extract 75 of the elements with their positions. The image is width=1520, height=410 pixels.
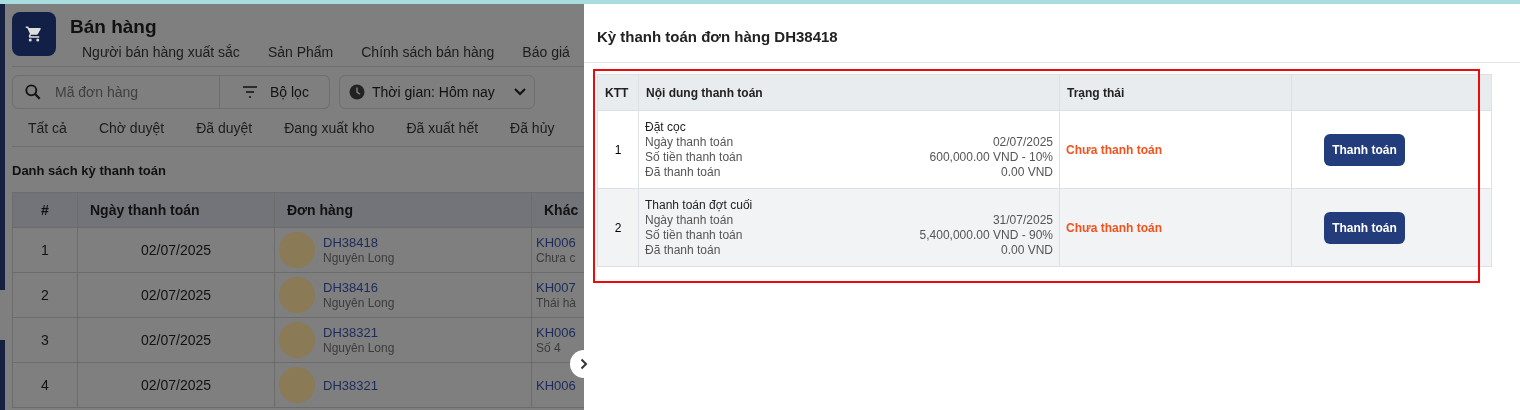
order-link[interactable]: DH38418 [323,235,395,250]
detail-value: 31/07/2025 [992,213,1053,227]
page-title: Bán hàng [70,16,158,38]
table-cell: 4 [12,362,78,408]
column-header: Ngày thanh toán [77,192,275,228]
column-header: Nội dung thanh toán [638,74,1060,111]
table-cell: 2 [597,188,639,267]
pay-button[interactable]: Thanh toán [1324,133,1405,166]
seller-name: Nguyên Long [323,296,395,310]
nav-link[interactable]: Báo giá [522,44,570,60]
status-tab[interactable]: Đã xuất hết [390,118,493,146]
customer-note: Thái hà [536,296,578,310]
photo-placeholder [279,322,315,358]
nav-link[interactable]: Sản Phẩm [267,44,334,60]
drawer-title: Kỳ thanh toán đơn hàng DH38418 [584,4,1520,63]
detail-label: Ngày thanh toán [645,213,734,227]
column-header: Khác [531,192,584,228]
status-tab[interactable]: Đang xuất kho [268,118,389,146]
table-cell: 3 [12,317,78,363]
table-cell: 02/07/2025 [77,317,275,363]
detail-value: 0.00 VND [1000,165,1053,179]
installment-name: Thanh toán đợt cuối [645,198,754,212]
photo-placeholder [279,232,315,268]
photo-placeholder [279,277,315,313]
table-cell: 02/07/2025 [77,272,275,318]
status-tab[interactable]: Chờ duyệt [82,118,179,146]
chevron-down-icon [514,88,526,96]
column-header: Đơn hàng [274,192,532,228]
detail-label: Đã thanh toán [645,243,721,257]
payment-status: Chưa thanh toán [1066,142,1163,157]
cart-icon [25,25,43,43]
status-tab[interactable]: Đã hủy [494,118,569,146]
column-header: # [12,192,78,228]
status-tab[interactable]: Đã duyệt [180,118,267,146]
filter-icon [242,86,258,98]
order-link[interactable]: DH38416 [323,280,395,295]
clock-icon [348,83,366,101]
customer-code[interactable]: KH006 [536,325,584,340]
detail-value: 02/07/2025 [992,135,1053,149]
detail-value: 0.00 VND [1000,243,1053,257]
nav-link[interactable]: Người bán hàng xuất sắc [82,44,240,60]
chevron-right-icon [580,358,588,370]
detail-value: 5,400,000.00 VND - 90% [919,228,1053,242]
status-tab[interactable]: Tất cả [12,118,81,146]
table-cell: 02/07/2025 [77,227,275,273]
column-header: KTT [597,74,639,111]
customer-code[interactable]: KH006 [536,235,584,250]
column-header: Trạng thái [1059,74,1292,111]
detail-label: Số tiền thanh toán [645,150,743,164]
section-title: Danh sách kỳ thanh toán [12,163,167,178]
customer-note: Chưa c [536,251,577,265]
payment-status: Chưa thanh toán [1066,220,1163,235]
search-field[interactable]: Mã đơn hàng [12,75,220,109]
table-cell: 2 [12,272,78,318]
table-cell: 1 [597,110,639,189]
detail-label: Ngày thanh toán [645,135,734,149]
customer-code[interactable]: KH007 [536,280,584,295]
customer-note: Số 4 [536,341,562,355]
search-field[interactable]: Mã đơn hàng [53,83,207,101]
seller-name: Nguyên Long [323,251,395,265]
order-link[interactable]: DH38321 [323,377,378,393]
search-icon [23,82,43,102]
table-cell: 02/07/2025 [77,362,275,408]
seller-name: Nguyên Long [323,341,395,355]
table-cell: 1 [12,227,78,273]
detail-value: 600,000.00 VND - 10% [929,150,1053,164]
detail-label: Số tiền thanh toán [645,228,743,242]
photo-placeholder [279,367,315,403]
time-dropdown[interactable]: Thời gian: Hôm nay [339,75,535,109]
detail-label: Đã thanh toán [645,165,721,179]
nav-link[interactable]: Chính sách bán hàng [361,44,495,60]
pay-button[interactable]: Thanh toán [1324,211,1405,244]
filter-button[interactable]: Bộ lọc [220,75,330,109]
order-link[interactable]: DH38321 [323,325,395,340]
installment-name: Đặt cọc [645,120,687,134]
